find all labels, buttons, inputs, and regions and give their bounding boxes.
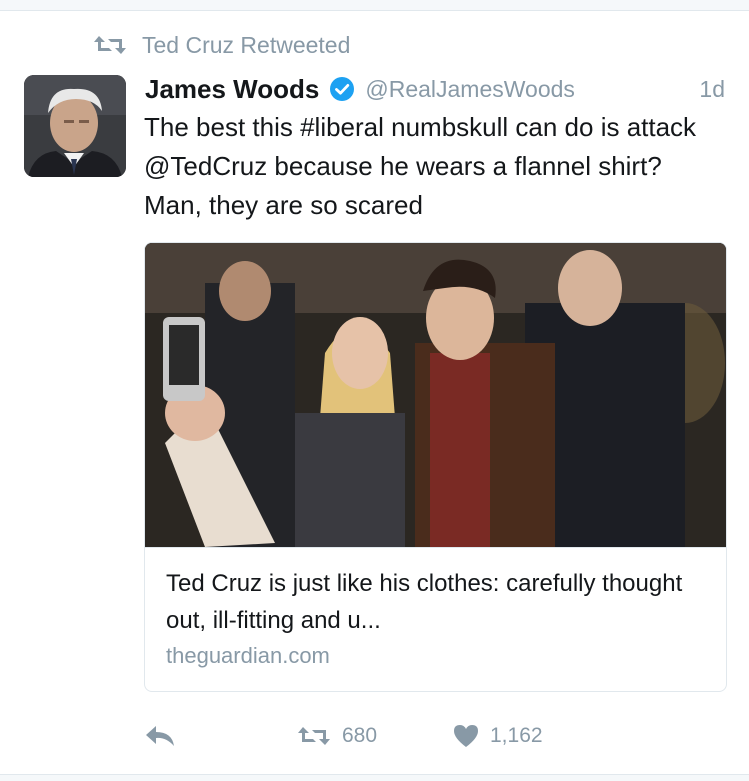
bottom-divider [0, 774, 749, 781]
tweet-text: The best this #liberal numbskull can do … [144, 112, 697, 220]
link-card[interactable]: Ted Cruz is just like his clothes: caref… [144, 242, 727, 692]
card-domain: theguardian.com [166, 643, 330, 668]
tweet-timestamp[interactable]: 1d [699, 76, 725, 103]
card-title[interactable]: Ted Cruz is just like his clothes: caref… [166, 565, 711, 639]
card-divider [145, 547, 726, 548]
card-photo [145, 243, 726, 547]
like-count: 1,162 [490, 724, 543, 747]
verified-badge-icon [330, 77, 355, 101]
author-handle[interactable]: @RealJamesWoods [365, 76, 575, 103]
avatar[interactable] [24, 75, 126, 177]
reply-icon [146, 726, 174, 746]
author-display-name[interactable]: James Woods [145, 74, 319, 105]
heart-icon [454, 725, 478, 747]
card-image [145, 243, 726, 547]
like-button[interactable]: 1,162 [452, 718, 543, 754]
author-photo [24, 75, 126, 177]
retweet-context-label: Ted Cruz Retweeted [142, 31, 351, 58]
retweet-icon [298, 727, 330, 745]
top-divider [0, 0, 749, 11]
retweet-icon [94, 36, 126, 54]
retweet-button[interactable]: 680 [296, 718, 377, 754]
retweet-context[interactable]: Ted Cruz Retweeted [92, 30, 350, 60]
tweet-actions: 680 1,162 [144, 718, 724, 754]
tweet-header: James Woods @RealJamesWoods 1d [145, 70, 725, 108]
reply-button[interactable] [144, 718, 178, 754]
retweet-count: 680 [342, 724, 378, 747]
